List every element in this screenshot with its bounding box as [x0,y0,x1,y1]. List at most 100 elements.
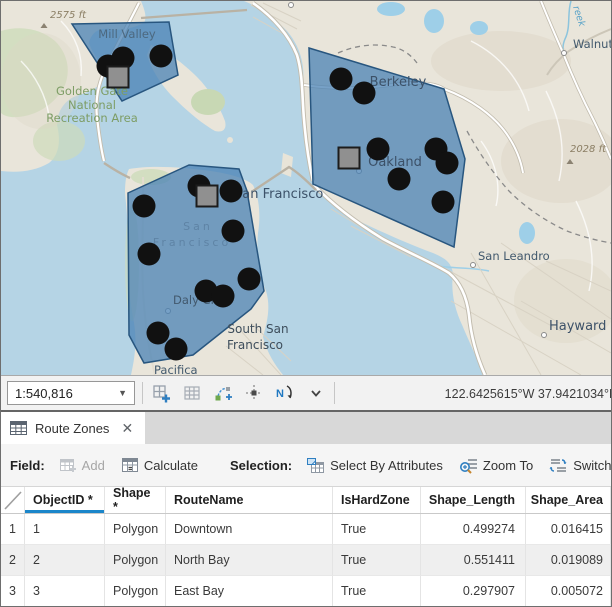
cell-objectid[interactable]: 1 [25,514,105,545]
row-number[interactable]: 2 [1,545,25,576]
selection-group-label: Selection: [230,458,292,473]
cell-shapelength[interactable]: 0.551411 [421,545,526,576]
separator [334,382,335,404]
tab-route-zones[interactable]: Route Zones ✕ [1,412,145,444]
north-rotation-icon[interactable]: N [274,382,296,404]
expand-more-icon[interactable] [305,382,327,404]
row-number[interactable]: 1 [1,514,25,545]
scale-combobox[interactable]: 1:540,816 ▼ [7,381,135,405]
attribute-table: ObjectID * Shape * RouteName IsHardZone … [1,487,611,607]
map-label: 2028 ft [570,144,607,155]
table-row[interactable]: 2 2 Polygon North Bay True 0.551411 0.01… [1,545,611,576]
coordinate-readout: 122.6425615°W 37.9421034°N [445,376,612,411]
column-header-routename[interactable]: RouteName [166,487,333,513]
cell-ishardzone[interactable]: True [333,545,421,576]
map-label: Hayward [549,319,606,334]
column-header-shapelength[interactable]: Shape_Length [421,487,526,513]
add-field-label: Add [82,458,105,473]
select-by-attributes-label: Select By Attributes [330,458,443,473]
depot-square[interactable] [339,148,360,169]
stop-point[interactable] [138,243,161,266]
stop-point[interactable] [330,68,353,91]
map-label: Recreation Area [46,111,138,125]
angel-island [191,89,225,115]
switch-selection-button[interactable]: Switch [545,453,611,478]
grid-icon[interactable] [181,382,203,404]
cell-shape[interactable]: Polygon [105,545,166,576]
cell-shapearea[interactable]: 0.016415 [526,514,611,545]
depot-square[interactable] [108,67,129,88]
table-header-row: ObjectID * Shape * RouteName IsHardZone … [1,487,611,514]
column-header-objectid[interactable]: ObjectID * [25,487,105,513]
table-row[interactable]: 1 1 Polygon Downtown True 0.499274 0.016… [1,514,611,545]
hills-1 [431,31,571,91]
map-view[interactable]: 2575 ftMill ValleyGolden GateNationalRec… [1,1,611,375]
cell-objectid[interactable]: 3 [25,576,105,607]
treasure-island [281,153,293,177]
cell-shapearea[interactable]: 0.005072 [526,576,611,607]
table-toolbar: Field: Add Calculate Selection: [1,444,611,487]
cell-objectid[interactable]: 2 [25,545,105,576]
close-icon[interactable]: ✕ [121,420,133,437]
snapping-icon[interactable] [243,382,265,404]
select-by-attributes-button[interactable]: Select By Attributes [302,453,447,478]
zoom-to-button[interactable]: Zoom To [455,453,537,478]
stop-point[interactable] [238,268,261,291]
cell-shapearea[interactable]: 0.019089 [526,545,611,576]
stop-point[interactable] [432,191,455,214]
column-header-shape[interactable]: Shape * [105,487,166,513]
add-view-grid-icon[interactable] [150,382,172,404]
stop-point[interactable] [388,168,411,191]
cell-shape[interactable]: Polygon [105,576,166,607]
chevron-down-icon[interactable]: ▼ [118,388,134,398]
stop-point[interactable] [436,152,459,175]
map-label: Walnut [573,37,611,51]
table-corner-cell[interactable] [1,487,25,513]
town-circle-marker [289,3,294,8]
column-header-shapearea[interactable]: Shape_Area [526,487,611,513]
map-status-bar: 1:540,816 ▼ [1,375,611,410]
cell-routename[interactable]: East Bay [166,576,333,607]
cell-routename[interactable]: North Bay [166,545,333,576]
stop-point[interactable] [220,180,243,203]
stop-point[interactable] [150,45,173,68]
cell-shape[interactable]: Polygon [105,514,166,545]
map-label: Mill Valley [98,27,156,41]
map-label: San Leandro [478,249,550,263]
map-label: San [183,220,213,233]
calculate-label: Calculate [144,458,198,473]
calculate-icon [121,457,139,473]
stop-point[interactable] [212,285,235,308]
table-row[interactable]: 3 3 Polygon East Bay True 0.297907 0.005… [1,576,611,607]
map-canvas[interactable]: 2575 ftMill ValleyGolden GateNationalRec… [1,1,611,375]
cell-ishardzone[interactable]: True [333,576,421,607]
stop-point[interactable] [367,138,390,161]
select-by-attributes-icon [306,457,325,474]
cell-shapelength[interactable]: 0.499274 [421,514,526,545]
map-label: Francisco [153,236,231,249]
edit-vertices-icon[interactable] [212,382,234,404]
scale-value: 1:540,816 [15,386,73,401]
cell-shapelength[interactable]: 0.297907 [421,576,526,607]
map-label: 2575 ft [50,10,87,21]
map-label: National [68,98,116,112]
add-field-icon [59,457,77,473]
column-header-ishardzone[interactable]: IsHardZone [333,487,421,513]
sorted-column-indicator [25,510,104,513]
town-circle-marker [542,333,547,338]
map-label: Pacifica [154,363,198,375]
calculate-field-button[interactable]: Calculate [117,453,202,477]
stop-point[interactable] [222,220,245,243]
stop-point[interactable] [133,195,156,218]
row-number[interactable]: 3 [1,576,25,607]
cell-ishardzone[interactable]: True [333,514,421,545]
add-field-button[interactable]: Add [55,453,109,477]
stop-point[interactable] [165,338,188,361]
depot-square[interactable] [197,186,218,207]
cell-routename[interactable]: Downtown [166,514,333,545]
stop-point[interactable] [147,322,170,345]
stop-point[interactable] [353,82,376,105]
zoom-to-icon [459,457,478,474]
separator [142,382,143,404]
map-label: South San [227,322,288,336]
